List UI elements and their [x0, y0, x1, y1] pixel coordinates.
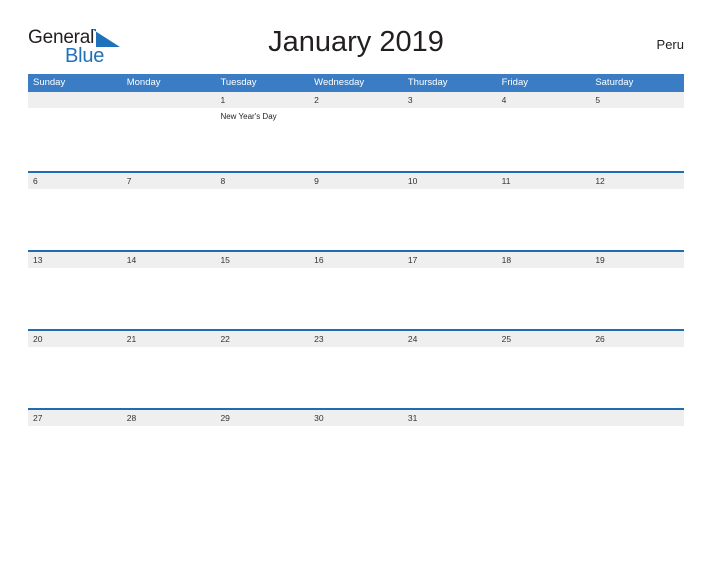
day-event-band	[28, 347, 684, 408]
weekday-thursday: Thursday	[407, 77, 448, 88]
day-number[interactable]: 26	[590, 331, 684, 347]
day-cell[interactable]	[590, 189, 684, 250]
day-event-band	[28, 268, 684, 329]
day-cell[interactable]	[590, 108, 684, 169]
day-cell[interactable]	[122, 108, 216, 169]
day-cell[interactable]	[122, 347, 216, 408]
week-row: 13 14 15 16 17 18 19	[28, 250, 684, 329]
day-number[interactable]: 8	[215, 173, 309, 189]
day-cell[interactable]	[309, 347, 403, 408]
day-number[interactable]: 19	[590, 252, 684, 268]
day-cell[interactable]	[497, 268, 591, 329]
day-number[interactable]: 3	[403, 92, 497, 108]
day-cell[interactable]	[403, 189, 497, 250]
day-cell[interactable]	[28, 347, 122, 408]
day-number[interactable]: 22	[215, 331, 309, 347]
day-number-band: 13 14 15 16 17 18 19	[28, 252, 684, 268]
day-number[interactable]: 5	[590, 92, 684, 108]
day-cell[interactable]	[497, 189, 591, 250]
day-cell[interactable]	[215, 347, 309, 408]
day-event-band: New Year's Day	[28, 108, 684, 169]
day-cell[interactable]	[497, 426, 591, 487]
day-number-band: 27 28 29 30 31	[28, 410, 684, 426]
day-cell[interactable]	[309, 426, 403, 487]
day-cell[interactable]	[122, 189, 216, 250]
day-cell[interactable]: New Year's Day	[215, 108, 309, 169]
day-event-band	[28, 189, 684, 250]
day-number[interactable]: 31	[403, 410, 497, 426]
day-cell[interactable]	[590, 426, 684, 487]
day-number[interactable]	[497, 410, 591, 426]
day-number-band: 6 7 8 9 10 11 12	[28, 173, 684, 189]
week-row: 1 2 3 4 5 New Year's Day	[28, 92, 684, 171]
day-number-band: 1 2 3 4 5	[28, 92, 684, 108]
week-row: 6 7 8 9 10 11 12	[28, 171, 684, 250]
day-cell[interactable]	[403, 108, 497, 169]
country-label: Peru	[656, 37, 684, 52]
day-number[interactable]: 9	[309, 173, 403, 189]
day-cell[interactable]	[28, 108, 122, 169]
day-number[interactable]: 12	[590, 173, 684, 189]
day-number[interactable]: 20	[28, 331, 122, 347]
day-cell[interactable]	[403, 268, 497, 329]
day-number[interactable]: 29	[215, 410, 309, 426]
day-number-band: 20 21 22 23 24 25 26	[28, 331, 684, 347]
day-cell[interactable]	[122, 268, 216, 329]
day-number[interactable]: 18	[497, 252, 591, 268]
day-number[interactable]: 21	[122, 331, 216, 347]
week-row: 27 28 29 30 31	[28, 408, 684, 487]
day-cell[interactable]	[497, 108, 591, 169]
day-number[interactable]: 30	[309, 410, 403, 426]
day-number[interactable]: 14	[122, 252, 216, 268]
day-number[interactable]	[28, 92, 122, 108]
day-number[interactable]: 2	[309, 92, 403, 108]
day-number[interactable]: 11	[497, 173, 591, 189]
day-number[interactable]: 1	[215, 92, 309, 108]
day-cell[interactable]	[309, 189, 403, 250]
day-number[interactable]: 13	[28, 252, 122, 268]
day-number[interactable]	[122, 92, 216, 108]
day-number[interactable]: 15	[215, 252, 309, 268]
day-number[interactable]: 4	[497, 92, 591, 108]
day-number[interactable]: 28	[122, 410, 216, 426]
week-row: 20 21 22 23 24 25 26	[28, 329, 684, 408]
day-cell[interactable]	[215, 189, 309, 250]
day-number[interactable]: 25	[497, 331, 591, 347]
day-cell[interactable]	[403, 426, 497, 487]
day-number[interactable]: 16	[309, 252, 403, 268]
day-event-band	[28, 426, 684, 487]
day-number[interactable]: 27	[28, 410, 122, 426]
day-cell[interactable]	[309, 108, 403, 169]
day-cell[interactable]	[28, 426, 122, 487]
page-header: General Blue January 2019 Peru	[28, 22, 684, 74]
day-number[interactable]	[590, 410, 684, 426]
weekday-saturday: Saturday	[595, 77, 634, 88]
page-title: January 2019	[268, 26, 444, 58]
day-cell[interactable]	[497, 347, 591, 408]
day-cell[interactable]	[215, 268, 309, 329]
weekday-friday: Friday	[501, 77, 528, 88]
weekday-tuesday: Tuesday	[220, 77, 257, 88]
event-label: New Year's Day	[220, 112, 277, 121]
day-number[interactable]: 10	[403, 173, 497, 189]
day-cell[interactable]	[403, 347, 497, 408]
day-cell[interactable]	[122, 426, 216, 487]
calendar-grid: Sunday Monday Tuesday Wednesday Thursday…	[28, 74, 684, 487]
weekday-sunday: Sunday	[33, 77, 66, 88]
weekday-monday: Monday	[126, 77, 161, 88]
day-cell[interactable]	[28, 268, 122, 329]
weekday-header-row: Sunday Monday Tuesday Wednesday Thursday…	[28, 74, 684, 92]
calendar-page: General Blue January 2019 Peru Sunday Mo…	[0, 22, 712, 572]
day-cell[interactable]	[215, 426, 309, 487]
weekday-wednesday: Wednesday	[314, 77, 365, 88]
day-cell[interactable]	[590, 268, 684, 329]
day-number[interactable]: 23	[309, 331, 403, 347]
day-number[interactable]: 7	[122, 173, 216, 189]
day-number[interactable]: 17	[403, 252, 497, 268]
day-number[interactable]: 24	[403, 331, 497, 347]
day-cell[interactable]	[309, 268, 403, 329]
day-cell[interactable]	[28, 189, 122, 250]
day-number[interactable]: 6	[28, 173, 122, 189]
day-cell[interactable]	[590, 347, 684, 408]
